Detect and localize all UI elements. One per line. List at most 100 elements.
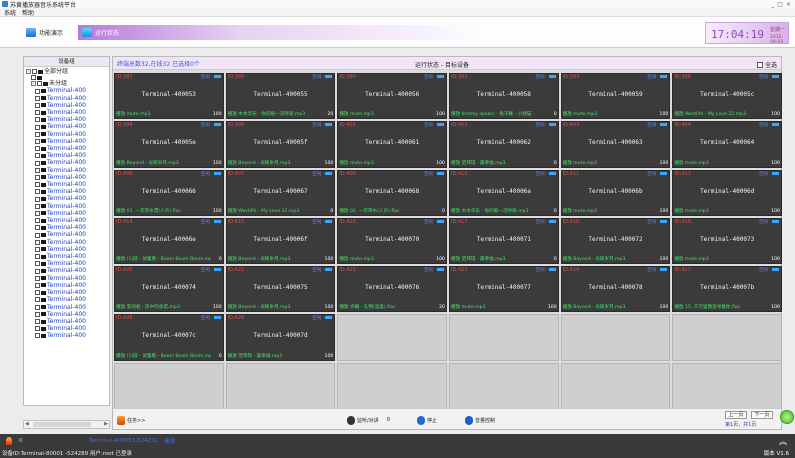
- close-button[interactable]: ×: [786, 1, 791, 8]
- checkbox-icon[interactable]: [35, 153, 40, 159]
- stop-button[interactable]: 停止: [417, 414, 437, 426]
- tree-terminal-item[interactable]: Terminal-400: [35, 260, 107, 267]
- tree-terminal-item[interactable]: Terminal-400: [35, 311, 107, 318]
- task-button[interactable]: 任务>>: [117, 414, 145, 426]
- checkbox-icon[interactable]: [35, 326, 40, 332]
- tree-terminal-item[interactable]: Terminal-400: [35, 195, 107, 202]
- terminal-card[interactable]: ID:393 空闲 Terminal-400059 播放 mute.mp3 100: [560, 73, 671, 120]
- checkbox-icon[interactable]: [35, 210, 40, 216]
- checkbox-icon[interactable]: [35, 297, 40, 303]
- run-status-tab[interactable]: 运行状态: [78, 25, 478, 40]
- terminal-card[interactable]: ID:418 空闲 Terminal-400072 播放 Beyond - 光辉岁月.…: [560, 217, 671, 265]
- collapse-icon[interactable]: -: [26, 69, 31, 75]
- tree-horizontal-scrollbar[interactable]: ◀ ▶: [23, 420, 110, 429]
- terminal-card[interactable]: ID:424 空闲 Terminal-400078 播放 Beyond - 光辉岁月.…: [560, 266, 671, 313]
- tree-terminal-item[interactable]: Terminal-400: [35, 296, 107, 303]
- scrollbar-thumb[interactable]: [33, 422, 91, 427]
- checkbox-icon[interactable]: [35, 268, 40, 274]
- terminal-card[interactable]: ID:403 空闲 Terminal-400063 播放 mute.mp3 100: [560, 121, 671, 168]
- select-all-toggle[interactable]: 全选: [756, 60, 777, 69]
- tree-terminal-item[interactable]: Terminal-400: [35, 174, 107, 181]
- tree-terminal-item[interactable]: Terminal-400: [35, 109, 107, 116]
- tree-terminal-item[interactable]: Terminal-400: [35, 102, 107, 109]
- terminal-card[interactable]: ID:407 空闲 Terminal-400067 播放 Westlife - My …: [225, 169, 336, 216]
- tree-terminal-item[interactable]: Terminal-400: [35, 152, 107, 159]
- tree-terminal-item[interactable]: Terminal-400: [35, 145, 107, 152]
- tree-terminal-item[interactable]: Terminal-400: [35, 181, 107, 188]
- tree-terminal-item[interactable]: Terminal-400: [35, 131, 107, 138]
- terminal-card[interactable]: ID:387 空闲 Terminal-400053 播放 mute.mp3 100: [114, 73, 224, 120]
- tree-terminal-item[interactable]: Terminal-400: [35, 318, 107, 325]
- tree-terminal-item[interactable]: Terminal-400: [35, 289, 107, 296]
- checkbox-icon[interactable]: [35, 174, 40, 180]
- checkbox-icon[interactable]: [35, 333, 40, 339]
- checkbox-icon[interactable]: [35, 290, 40, 296]
- terminal-card[interactable]: ID:429 空闲 Terminal-40007d 播放 范玮琪 - 最幸福.mp3 1…: [225, 314, 336, 361]
- terminal-card[interactable]: ID:416 空闲 Terminal-400070 播放 mute.mp3 100: [337, 217, 447, 265]
- tree-ungrouped[interactable]: - 未分组: [31, 80, 107, 87]
- tree-terminal-item[interactable]: Terminal-400: [35, 203, 107, 210]
- checkbox-icon[interactable]: [35, 124, 40, 130]
- function-demo-button[interactable]: 功能演示: [22, 25, 67, 40]
- checkbox-icon[interactable]: [35, 131, 40, 137]
- tree-terminal-item[interactable]: Terminal-400: [35, 210, 107, 217]
- checkbox-icon[interactable]: [35, 282, 40, 288]
- tree-all-groups[interactable]: - 全部分组: [26, 68, 107, 75]
- checkbox-icon[interactable]: [35, 254, 40, 260]
- terminal-card[interactable]: ID:423 空闲 Terminal-400077 播放 mute.mp3 100: [448, 266, 559, 313]
- terminal-card[interactable]: ID:392 空闲 Terminal-400058 播放 britney spears…: [448, 73, 559, 120]
- checkbox-icon[interactable]: [35, 138, 40, 144]
- tree-terminal-item[interactable]: Terminal-400: [35, 239, 107, 246]
- volume-control-button[interactable]: 音量控制: [465, 414, 495, 426]
- terminal-card[interactable]: ID:389 空闲 Terminal-400055 播放 木木华乐 - 你的眼一次呼吸…: [225, 73, 336, 120]
- tree-terminal-item[interactable]: Terminal-400: [35, 282, 107, 289]
- terminal-card[interactable]: ID:413 空闲 Terminal-40006d 播放 mute.mp3 100: [672, 169, 782, 216]
- scroll-left-icon[interactable]: ◀: [25, 421, 29, 427]
- tree-terminal-item[interactable]: Terminal-400: [35, 116, 107, 123]
- terminal-card[interactable]: ID:419 空闲 Terminal-400073 播放 mute.mp3 100: [672, 217, 782, 265]
- checkbox-icon[interactable]: [35, 275, 40, 281]
- tree-terminal-item[interactable]: Terminal-400: [35, 246, 107, 253]
- status-orb-icon[interactable]: [780, 410, 794, 424]
- checkbox-icon[interactable]: [35, 239, 40, 245]
- terminal-card[interactable]: ID:417 空闲 Terminal-400071 播放 范玮琪 - 最幸福.mp3 0: [448, 217, 559, 265]
- terminal-card[interactable]: ID:401 空闲 Terminal-400061 播放 mute.mp3 100: [337, 121, 447, 168]
- checkbox-icon[interactable]: [37, 81, 42, 87]
- terminal-card[interactable]: ID:415 空闲 Terminal-40006f 播放 Beyond - 光辉岁月.…: [225, 217, 336, 265]
- checkbox-icon[interactable]: [35, 182, 40, 188]
- menu-item-help[interactable]: 帮助: [22, 8, 34, 17]
- terminal-card[interactable]: ID:408 空闲 Terminal-400068 播放 02. 一衣带水(人声).f…: [337, 169, 447, 216]
- prev-page-button[interactable]: 上一页: [725, 411, 747, 419]
- checkbox-icon[interactable]: [35, 189, 40, 195]
- checkbox-icon[interactable]: [35, 146, 40, 152]
- terminal-card[interactable]: ID:402 空闲 Terminal-400062 播放 范玮琪 - 最幸福.mp3 0: [448, 121, 559, 168]
- checkbox-icon[interactable]: [35, 261, 40, 267]
- terminal-card[interactable]: ID:399 空闲 Terminal-40005f 播放 Beyond - 光辉岁月.…: [225, 121, 336, 168]
- tree-terminal-item[interactable]: Terminal-400: [35, 224, 107, 231]
- terminal-card[interactable]: ID:398 空闲 Terminal-40005e 播放 Beyond - 光辉岁月.…: [114, 121, 224, 168]
- checkbox-icon[interactable]: [35, 246, 40, 252]
- checkbox-icon[interactable]: [35, 203, 40, 209]
- checkbox-icon[interactable]: [35, 218, 40, 224]
- tree-terminal-item[interactable]: Terminal-400: [35, 138, 107, 145]
- tree-terminal-item[interactable]: Terminal-400: [35, 167, 107, 174]
- tree-terminal-item[interactable]: Terminal-400: [35, 275, 107, 282]
- tree-terminal-item[interactable]: Terminal-400: [35, 253, 107, 260]
- tree-terminal-item[interactable]: Terminal-400: [35, 188, 107, 195]
- checkbox-icon[interactable]: [35, 102, 40, 108]
- tree-terminal-item[interactable]: Terminal-400: [35, 304, 107, 311]
- tree-terminal-item[interactable]: Terminal-400: [35, 123, 107, 130]
- terminal-card[interactable]: ID:420 空闲 Terminal-400074 播放 李翊君 - 风中的承诺.mp…: [114, 266, 224, 313]
- checkbox-icon[interactable]: [35, 304, 40, 310]
- terminal-card[interactable]: ID:411 空闲 Terminal-40006b 播放 mute.mp3 100: [560, 169, 671, 216]
- menu-item-system[interactable]: 系统: [4, 8, 16, 17]
- checkbox-icon[interactable]: [35, 110, 40, 116]
- tree-terminal-item[interactable]: Terminal-400: [35, 267, 107, 274]
- tree-terminal-item[interactable]: Terminal-400: [35, 332, 107, 339]
- terminal-card[interactable]: ID:406 空闲 Terminal-400066 播放 01. 一衣带水漂(人声).…: [114, 169, 224, 216]
- maximize-button[interactable]: □: [777, 1, 783, 8]
- tree-terminal-item[interactable]: Terminal-400: [35, 87, 107, 94]
- tree-terminal-item[interactable]: Terminal-400: [35, 217, 107, 224]
- checkbox-icon[interactable]: [35, 232, 40, 238]
- terminal-card[interactable]: ID:390 空闲 Terminal-400056 播放 mute.mp3 100: [337, 73, 447, 120]
